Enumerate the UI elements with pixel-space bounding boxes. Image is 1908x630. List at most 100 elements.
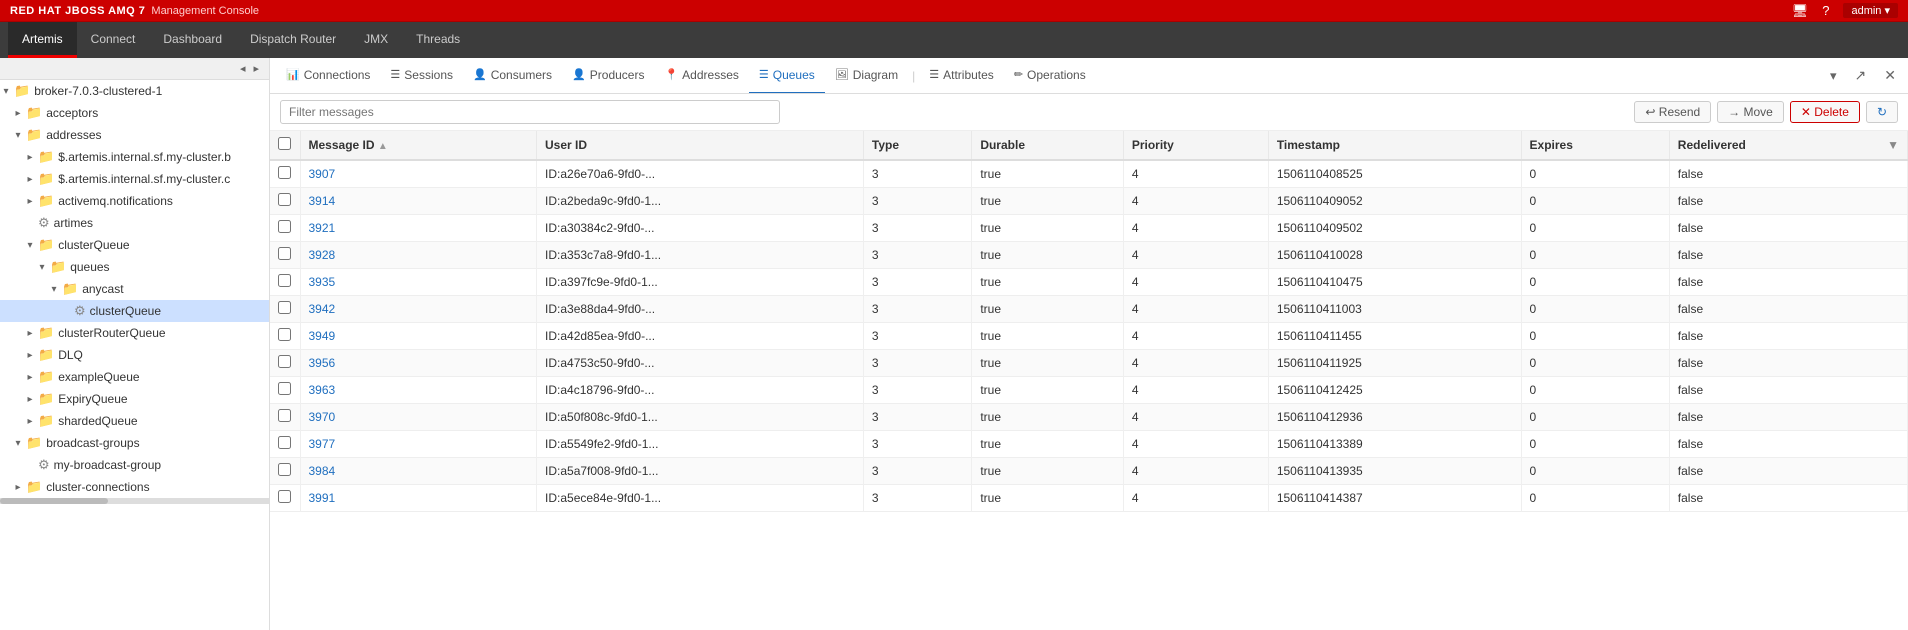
sidebar-item-ExpiryQueue[interactable]: ▸📁ExpiryQueue — [0, 388, 269, 410]
nav-artemis[interactable]: Artemis — [8, 22, 77, 58]
col-type[interactable]: Type — [863, 131, 971, 160]
row-redelivered: false — [1669, 485, 1907, 512]
sidebar-item-exampleQueue[interactable]: ▸📁exampleQueue — [0, 366, 269, 388]
monitor-icon[interactable]: 🖥 — [1792, 3, 1809, 19]
nav-connect[interactable]: Connect — [77, 22, 150, 58]
message-id-link[interactable]: 3991 — [309, 491, 336, 505]
row-priority: 4 — [1123, 160, 1268, 188]
col-expires[interactable]: Expires — [1521, 131, 1669, 160]
delete-button[interactable]: ✕ Delete — [1790, 101, 1860, 123]
diagram-icon: 🖼 — [835, 68, 849, 81]
tab-close-btn[interactable]: ✕ — [1878, 65, 1902, 86]
message-id-link[interactable]: 3935 — [309, 275, 336, 289]
row-checkbox-cell — [270, 269, 300, 296]
message-id-link[interactable]: 3949 — [309, 329, 336, 343]
sidebar-item-acceptors[interactable]: ▸📁acceptors — [0, 102, 269, 124]
tab-attributes[interactable]: ☰ Attributes — [919, 58, 1004, 94]
folder-icon: 📁 — [38, 347, 54, 363]
row-checkbox[interactable] — [278, 274, 291, 287]
row-message-id: 3991 — [300, 485, 537, 512]
row-checkbox[interactable] — [278, 382, 291, 395]
message-id-link[interactable]: 3907 — [309, 167, 336, 181]
sidebar-item-artimes[interactable]: ⚙artimes — [0, 212, 269, 234]
message-id-link[interactable]: 3921 — [309, 221, 336, 235]
row-type: 3 — [863, 458, 971, 485]
tab-addresses[interactable]: 📍 Addresses — [654, 58, 748, 94]
tab-operations[interactable]: ✏ Operations — [1004, 58, 1096, 94]
sidebar-item-queues[interactable]: ▾📁queues — [0, 256, 269, 278]
filter-input[interactable] — [280, 100, 780, 124]
console-label: Management Console — [151, 5, 259, 17]
col-redelivered[interactable]: Redelivered ▼ — [1669, 131, 1907, 160]
tab-connections[interactable]: 📊 Connections — [276, 58, 380, 94]
sidebar-item-anycast[interactable]: ▾📁anycast — [0, 278, 269, 300]
row-checkbox[interactable] — [278, 193, 291, 206]
row-checkbox[interactable] — [278, 463, 291, 476]
sidebar-item-my-broadcast-group[interactable]: ⚙my-broadcast-group — [0, 454, 269, 476]
select-all-checkbox[interactable] — [278, 137, 291, 150]
sidebar-item-broadcast-groups[interactable]: ▾📁broadcast-groups — [0, 432, 269, 454]
sidebar-item-cluster-connections[interactable]: ▸📁cluster-connections — [0, 476, 269, 498]
tab-producers[interactable]: 👤 Producers — [562, 58, 654, 94]
tab-sessions[interactable]: ☰ Sessions — [380, 58, 463, 94]
message-id-link[interactable]: 3914 — [309, 194, 336, 208]
message-id-link[interactable]: 3928 — [309, 248, 336, 262]
tab-dropdown-btn[interactable]: ▾ — [1824, 66, 1843, 86]
filter-action-buttons: ↩ Resend → Move ✕ Delete ↻ — [1634, 101, 1898, 123]
nav-threads[interactable]: Threads — [402, 22, 474, 58]
row-checkbox[interactable] — [278, 409, 291, 422]
row-redelivered: false — [1669, 188, 1907, 215]
row-checkbox[interactable] — [278, 355, 291, 368]
sidebar-collapse-bar: ◂ ▸ — [0, 58, 269, 80]
col-user-id[interactable]: User ID — [537, 131, 864, 160]
sidebar-item-addresses[interactable]: ▾📁addresses — [0, 124, 269, 146]
move-button[interactable]: → Move — [1717, 101, 1784, 123]
row-durable: true — [972, 323, 1124, 350]
sidebar-item-clusterQueue-item[interactable]: ⚙clusterQueue — [0, 300, 269, 322]
sidebar-item-artemis-internal-2[interactable]: ▸📁$.artemis.internal.sf.my-cluster.c — [0, 168, 269, 190]
row-checkbox[interactable] — [278, 220, 291, 233]
table-row: 3921 ID:a30384c2-9fd0-... 3 true 4 15061… — [270, 215, 1908, 242]
message-id-link[interactable]: 3977 — [309, 437, 336, 451]
row-checkbox[interactable] — [278, 166, 291, 179]
sidebar-item-shardedQueue[interactable]: ▸📁shardedQueue — [0, 410, 269, 432]
col-priority[interactable]: Priority — [1123, 131, 1268, 160]
message-id-link[interactable]: 3956 — [309, 356, 336, 370]
sidebar-item-clusterQueue[interactable]: ▾📁clusterQueue — [0, 234, 269, 256]
message-id-link[interactable]: 3970 — [309, 410, 336, 424]
sidebar-scrollbar[interactable] — [0, 498, 269, 504]
nav-dashboard[interactable]: Dashboard — [149, 22, 236, 58]
refresh-button[interactable]: ↻ — [1866, 101, 1898, 123]
row-checkbox[interactable] — [278, 328, 291, 341]
col-timestamp[interactable]: Timestamp — [1268, 131, 1521, 160]
sidebar-scrollbar-thumb[interactable] — [0, 498, 108, 504]
resend-button[interactable]: ↩ Resend — [1634, 101, 1711, 123]
folder-icon: 📁 — [14, 83, 30, 99]
row-checkbox[interactable] — [278, 301, 291, 314]
sidebar-item-broker[interactable]: ▾📁broker-7.0.3-clustered-1 — [0, 80, 269, 102]
nav-dispatch-router[interactable]: Dispatch Router — [236, 22, 350, 58]
help-icon[interactable]: ? — [1822, 3, 1829, 18]
message-id-link[interactable]: 3942 — [309, 302, 336, 316]
nav-jmx[interactable]: JMX — [350, 22, 402, 58]
row-user-id: ID:a50f808c-9fd0-1... — [537, 404, 864, 431]
tab-consumers[interactable]: 👤 Consumers — [463, 58, 562, 94]
col-message-id[interactable]: Message ID ▲ — [300, 131, 537, 160]
row-checkbox[interactable] — [278, 436, 291, 449]
tab-queues[interactable]: ☰ Queues — [749, 58, 825, 94]
admin-button[interactable]: admin ▾ — [1843, 3, 1898, 18]
message-id-link[interactable]: 3963 — [309, 383, 336, 397]
sidebar-item-artemis-internal-1[interactable]: ▸📁$.artemis.internal.sf.my-cluster.b — [0, 146, 269, 168]
row-redelivered: false — [1669, 458, 1907, 485]
collapse-right-btn[interactable]: ▸ — [249, 61, 263, 76]
sidebar-item-activemq-notifications[interactable]: ▸📁activemq.notifications — [0, 190, 269, 212]
sidebar-item-clusterRouterQueue[interactable]: ▸📁clusterRouterQueue — [0, 322, 269, 344]
row-checkbox[interactable] — [278, 247, 291, 260]
col-durable[interactable]: Durable — [972, 131, 1124, 160]
row-checkbox[interactable] — [278, 490, 291, 503]
message-id-link[interactable]: 3984 — [309, 464, 336, 478]
sidebar-item-DLQ[interactable]: ▸📁DLQ — [0, 344, 269, 366]
tab-external-btn[interactable]: ↗ — [1849, 65, 1873, 86]
tab-diagram[interactable]: 🖼 Diagram — [825, 58, 908, 94]
collapse-left-btn[interactable]: ◂ — [236, 61, 250, 76]
